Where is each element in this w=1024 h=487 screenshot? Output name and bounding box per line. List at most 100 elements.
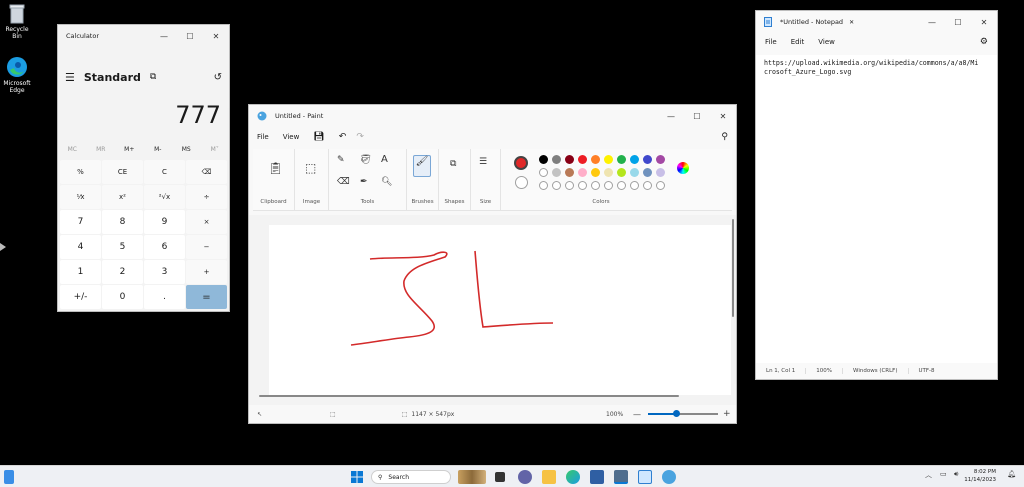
digit-1-button[interactable]: 1 (60, 260, 101, 284)
custom-color-slot[interactable] (552, 181, 561, 190)
task-view-icon[interactable] (495, 472, 505, 482)
volume-icon[interactable]: 🔊︎ (954, 470, 958, 479)
color-swatch[interactable] (630, 168, 639, 177)
drawing-canvas[interactable] (269, 225, 731, 395)
custom-color-slot[interactable] (578, 181, 587, 190)
menu-file[interactable]: File (765, 38, 777, 46)
network-icon[interactable]: ▭ (940, 470, 947, 478)
minimize-icon[interactable]: — (151, 25, 177, 47)
color-swatch[interactable] (617, 155, 626, 164)
vertical-scrollbar[interactable] (732, 219, 734, 317)
search-box[interactable]: ⚲ Search (371, 470, 451, 484)
memory-subtract-button[interactable]: M- (144, 141, 173, 159)
color-swatch[interactable] (643, 168, 652, 177)
color-swatch[interactable] (643, 155, 652, 164)
digit-3-button[interactable]: 3 (144, 260, 185, 284)
divide-button[interactable]: ÷ (186, 185, 227, 209)
calculator-titlebar[interactable]: Calculator — ☐ ✕ (58, 25, 229, 47)
file-explorer-icon[interactable] (542, 470, 556, 484)
percent-button[interactable]: % (60, 160, 101, 184)
square-button[interactable]: x² (102, 185, 143, 209)
digit-8-button[interactable]: 8 (102, 210, 143, 234)
clear-button[interactable]: C (144, 160, 185, 184)
hamburger-menu-icon[interactable]: ☰ (65, 71, 75, 84)
clock[interactable]: 8:02 PM 11/14/2023 (964, 468, 996, 484)
color-swatch[interactable] (539, 155, 548, 164)
notepad-taskbar-icon[interactable] (638, 470, 652, 484)
shapes-icon[interactable]: ⧉ (450, 159, 456, 169)
notepad-titlebar[interactable]: *Untitled - Notepad ✕ — ☐ ✕ (756, 11, 997, 33)
minimize-icon[interactable]: — (919, 11, 945, 33)
color-swatch[interactable] (565, 168, 574, 177)
digit-0-button[interactable]: 0 (102, 285, 143, 309)
horizontal-scrollbar[interactable] (259, 395, 679, 397)
pencil-icon[interactable]: ✎ (337, 155, 345, 165)
fill-icon[interactable]: 🪣︎ (360, 155, 371, 165)
custom-color-slot[interactable] (539, 181, 548, 190)
color-swatch[interactable] (630, 155, 639, 164)
edge-shortcut[interactable]: Microsoft Edge (0, 56, 34, 94)
brush-icon[interactable]: 🖌︎ (413, 155, 431, 177)
new-tab-icon[interactable]: ✕ (849, 19, 854, 26)
close-icon[interactable]: ✕ (710, 105, 736, 127)
color-swatch[interactable] (656, 168, 665, 177)
custom-color-slot[interactable] (617, 181, 626, 190)
color-swatch[interactable] (591, 168, 600, 177)
calculator-window[interactable]: Calculator — ☐ ✕ ☰ Standard ⧉ ↺ 777 MC M… (57, 24, 230, 312)
menu-view[interactable]: View (283, 133, 300, 141)
widgets-icon[interactable] (4, 470, 14, 484)
color-swatch[interactable] (552, 168, 561, 177)
redo-icon[interactable]: ↷ (356, 132, 364, 142)
custom-color-slot[interactable] (656, 181, 665, 190)
multiply-button[interactable]: × (186, 210, 227, 234)
undo-icon[interactable]: ↶ (339, 132, 347, 142)
maximize-icon[interactable]: ☐ (945, 11, 971, 33)
chevron-up-icon[interactable]: ︿ (925, 470, 932, 480)
memory-clear-button[interactable]: MC (58, 141, 87, 159)
memory-add-button[interactable]: M+ (115, 141, 144, 159)
primary-color-swatch[interactable] (514, 156, 528, 170)
calculator-taskbar-icon[interactable] (614, 470, 628, 484)
custom-color-slot[interactable] (565, 181, 574, 190)
store-icon[interactable] (590, 470, 604, 484)
notepad-window[interactable]: *Untitled - Notepad ✕ — ☐ ✕ File Edit Vi… (755, 10, 998, 380)
color-swatch[interactable] (591, 155, 600, 164)
digit-4-button[interactable]: 4 (60, 235, 101, 259)
digit-6-button[interactable]: 6 (144, 235, 185, 259)
decimal-button[interactable]: . (144, 285, 185, 309)
memory-recall-button[interactable]: MR (87, 141, 116, 159)
magnifier-icon[interactable]: 🔍︎ (381, 177, 392, 187)
zoom-out-icon[interactable]: — (633, 410, 641, 419)
custom-color-slot[interactable] (591, 181, 600, 190)
maximize-icon[interactable]: ☐ (684, 105, 710, 127)
notification-bell-icon[interactable]: 🔔︎ (1007, 470, 1016, 478)
menu-edit[interactable]: Edit (791, 38, 805, 46)
color-swatch[interactable] (539, 168, 548, 177)
add-button[interactable]: + (186, 260, 227, 284)
maximize-icon[interactable]: ☐ (177, 25, 203, 47)
notepad-text-area[interactable]: https://upload.wikimedia.org/wikipedia/c… (756, 55, 997, 363)
color-swatch[interactable] (656, 155, 665, 164)
color-swatch[interactable] (578, 168, 587, 177)
edge-taskbar-icon[interactable] (566, 470, 580, 484)
memory-list-button[interactable]: M˅ (201, 141, 230, 159)
close-icon[interactable]: ✕ (971, 11, 997, 33)
equals-button[interactable]: = (186, 285, 227, 309)
menu-file[interactable]: File (257, 133, 269, 141)
zoom-in-icon[interactable]: + (723, 409, 731, 419)
text-icon[interactable]: A (381, 154, 388, 165)
eraser-icon[interactable]: ⌫ (337, 177, 350, 187)
secondary-color-swatch[interactable] (515, 176, 528, 189)
color-swatch[interactable] (565, 155, 574, 164)
color-swatch[interactable] (604, 155, 613, 164)
start-icon[interactable] (350, 470, 364, 484)
history-icon[interactable]: ↺ (214, 72, 222, 83)
menu-view[interactable]: View (818, 38, 835, 46)
select-icon[interactable]: ⬚ (305, 161, 316, 175)
edit-colors-icon[interactable] (677, 162, 689, 174)
color-swatch[interactable] (552, 155, 561, 164)
custom-color-slot[interactable] (604, 181, 613, 190)
gear-icon[interactable]: ⚙ (980, 37, 988, 47)
backspace-button[interactable]: ⌫ (186, 160, 227, 184)
digit-2-button[interactable]: 2 (102, 260, 143, 284)
